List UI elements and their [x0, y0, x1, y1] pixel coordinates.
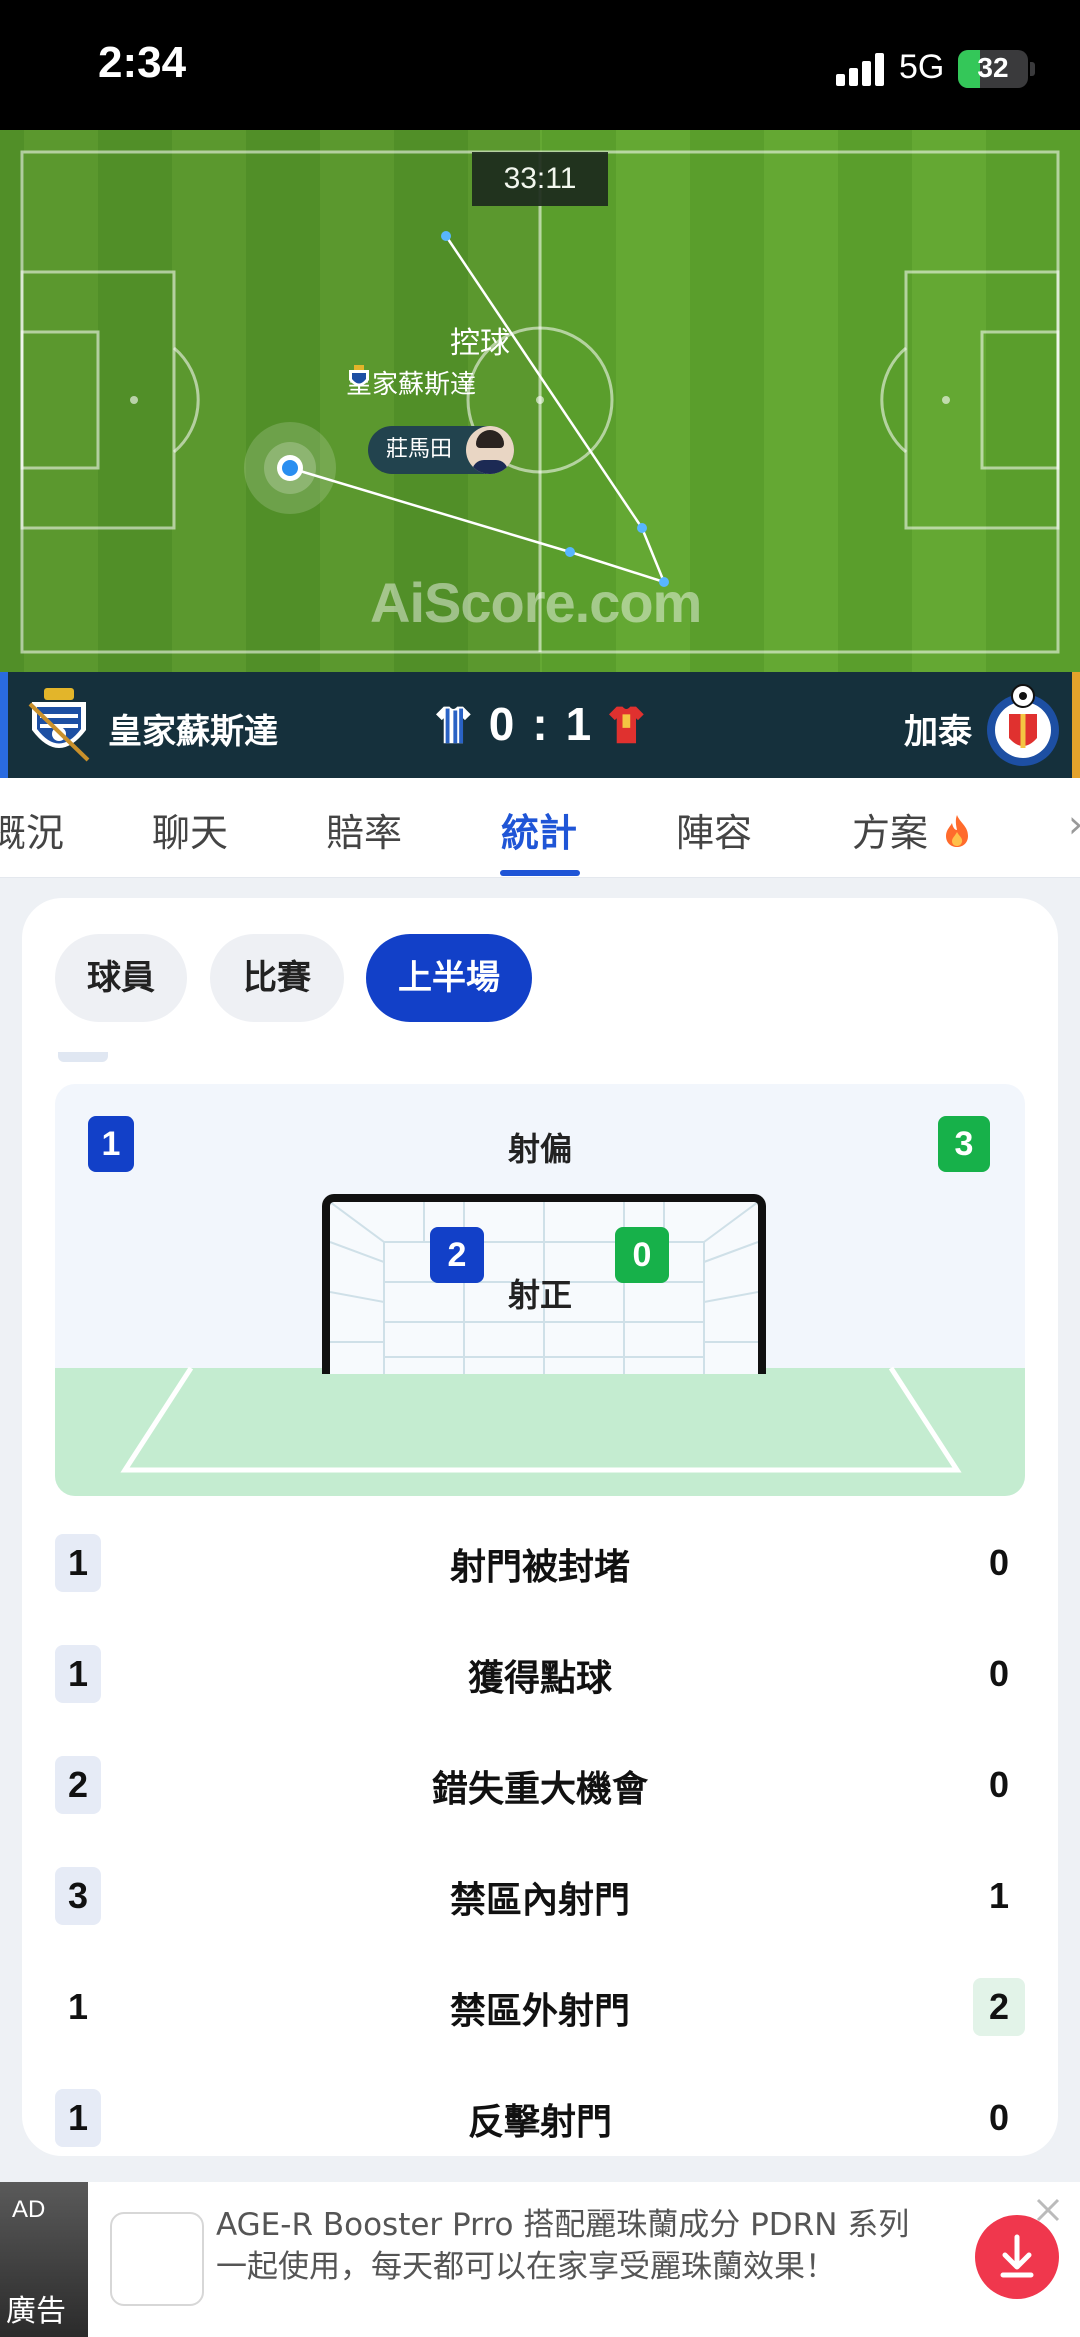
stat-row-counter: 1 反擊射門 0 — [55, 2085, 1025, 2149]
ad-text[interactable]: AGE-R Booster Prro 搭配麗珠蘭成分 PDRN 系列一起使用，每… — [216, 2204, 936, 2288]
signal-icon — [836, 52, 886, 86]
battery-icon: 32 — [958, 50, 1028, 88]
ad-image[interactable]: AD 廣告 — [0, 2182, 88, 2337]
tab-odds[interactable]: 賠率 — [326, 802, 402, 857]
score-bar: 皇家蘇斯達 0 : 1 加泰 — [0, 672, 1080, 778]
stat-row-big-chances: 2 錯失重大機會 0 — [55, 1752, 1025, 1816]
off-target-label: 射偏 — [507, 1130, 572, 1168]
battery-level: 32 — [977, 52, 1009, 83]
home-crest-small-icon — [349, 365, 369, 386]
off-target-away-badge: 3 — [938, 1116, 990, 1172]
stat-label: 禁區外射門 — [449, 1991, 630, 2032]
shot-goal-diagram: 1 射偏 3 2 0 射正 — [55, 1084, 1025, 1496]
away-color-edge — [1072, 672, 1080, 778]
stat-label: 獲得點球 — [467, 1658, 612, 1699]
player-tag[interactable]: 莊馬田 — [368, 426, 514, 474]
active-tab-indicator — [500, 870, 580, 876]
battery-tip — [1030, 62, 1035, 76]
player-avatar — [466, 426, 514, 474]
download-icon — [1000, 2234, 1034, 2278]
network-type: 5G — [899, 48, 945, 86]
scoreline: 0 : 1 — [436, 694, 644, 754]
stat-away-value: 2 — [973, 1978, 1025, 2036]
ball-marker — [244, 422, 336, 514]
tab-tips-label: 方案 — [852, 811, 929, 855]
download-button[interactable] — [975, 2215, 1059, 2299]
ad-banner[interactable]: AD 廣告 AGE-R Booster Prro 搭配麗珠蘭成分 PDRN 系列… — [0, 2182, 1080, 2337]
match-stats-screen: 2:34 5G 32 33:11 控球 皇家蘇斯達 莊馬田 AiScore.co… — [0, 0, 1080, 2337]
match-clock: 33:11 — [472, 152, 608, 206]
stat-label: 反擊射門 — [467, 2102, 612, 2143]
ad-tag-label: 廣告 — [6, 2294, 66, 2329]
away-kit-icon — [609, 706, 644, 744]
home-color-edge — [0, 672, 8, 778]
stats-card: 球員 比賽 上半場 1 射偏 3 2 0 射正 1 射門被封堵 0 1 獲得點球… — [22, 898, 1058, 2156]
away-score: 1 — [565, 698, 592, 750]
ad-logo[interactable] — [110, 2212, 204, 2306]
stat-row-outside-box: 1 禁區外射門 2 — [55, 1974, 1025, 2038]
status-time: 2:34 — [98, 38, 187, 87]
home-team-name[interactable]: 皇家蘇斯達 — [108, 704, 278, 753]
home-score: 0 — [488, 698, 515, 750]
filter-match-chip[interactable]: 比賽 — [210, 934, 344, 1022]
live-pitch[interactable]: 33:11 控球 皇家蘇斯達 莊馬田 AiScore.com — [0, 130, 1080, 672]
stat-away-value: 0 — [988, 2097, 1010, 2138]
possession-label: 控球 — [450, 326, 510, 361]
stat-row-penalty: 1 獲得點球 0 — [55, 1641, 1025, 1705]
stat-label: 射門被封堵 — [449, 1547, 630, 1588]
fire-icon — [946, 815, 969, 847]
filter-players-chip[interactable]: 球員 — [55, 934, 187, 1022]
away-team-name[interactable]: 加泰 — [904, 704, 972, 753]
home-crest-icon[interactable] — [26, 686, 92, 766]
possession-team: 皇家蘇斯達 — [346, 364, 476, 401]
stat-row-inside-box: 3 禁區內射門 1 — [55, 1863, 1025, 1927]
tab-lineup[interactable]: 陣容 — [676, 802, 752, 857]
tab-overview[interactable]: 概況 — [0, 802, 64, 857]
tab-chat[interactable]: 聊天 — [152, 802, 228, 857]
stat-label: 禁區內射門 — [449, 1880, 630, 1921]
tab-tips[interactable]: 方案 — [852, 802, 970, 857]
scroll-indicator — [58, 1052, 108, 1062]
stat-away-value: 1 — [988, 1875, 1010, 1916]
away-crest-icon[interactable] — [982, 684, 1064, 768]
filter-first-half-chip[interactable]: 上半場 — [366, 934, 532, 1022]
tab-stats[interactable]: 統計 — [501, 802, 577, 857]
status-bar: 2:34 5G 32 — [0, 0, 1080, 130]
player-name: 莊馬田 — [386, 437, 453, 462]
tab-more-edge[interactable]: › — [1068, 802, 1080, 846]
stat-away-value: 0 — [988, 1653, 1010, 1694]
off-target-home-badge: 1 — [88, 1116, 134, 1172]
ad-tag: AD — [12, 2196, 46, 2223]
stat-label: 錯失重大機會 — [431, 1769, 648, 1810]
stat-away-value: 0 — [988, 1542, 1010, 1583]
score-separator: : — [532, 698, 548, 750]
stat-row-blocked: 1 射門被封堵 0 — [55, 1530, 1025, 1594]
home-kit-icon — [436, 706, 471, 744]
section-tabs: 概況 聊天 賠率 統計 陣容 方案 › — [0, 778, 1080, 878]
on-target-label: 射正 — [507, 1276, 572, 1314]
stat-away-value: 0 — [988, 1764, 1010, 1805]
watermark: AiScore.com — [370, 571, 702, 634]
